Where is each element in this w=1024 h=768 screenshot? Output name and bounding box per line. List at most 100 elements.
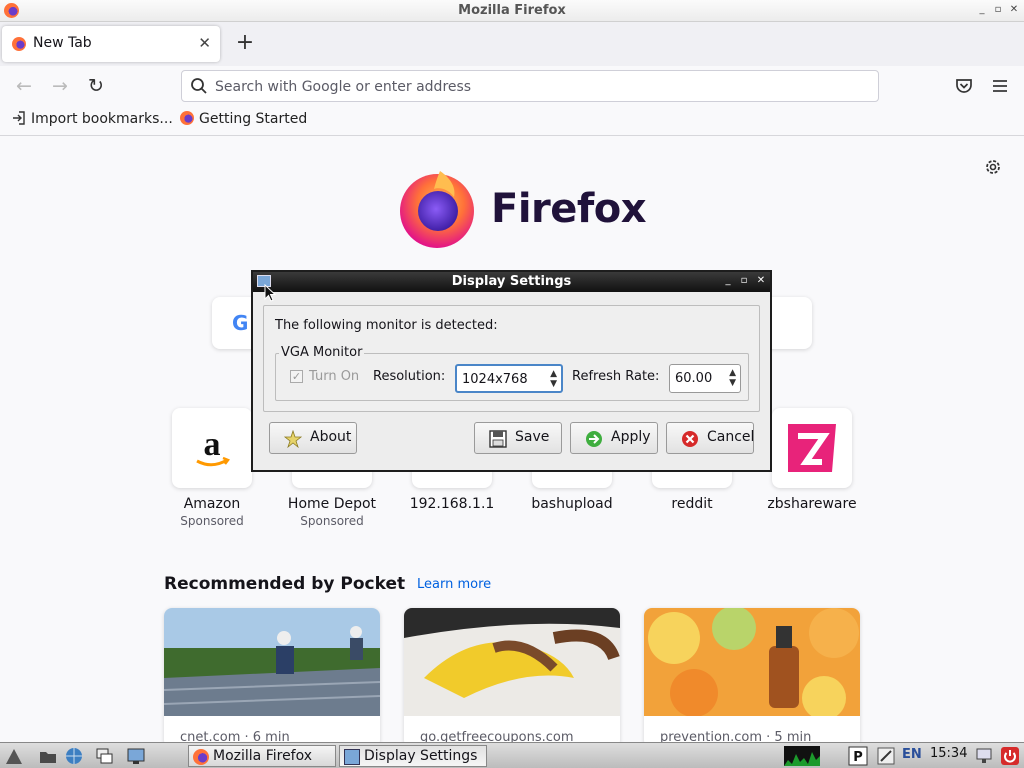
bookmark-label: Import bookmarks... xyxy=(31,111,173,127)
monitor-name: VGA Monitor xyxy=(279,345,365,360)
cpu-graph-icon xyxy=(784,746,820,766)
url-input[interactable] xyxy=(215,76,855,98)
svg-text:P: P xyxy=(853,750,863,765)
card-image-banana xyxy=(404,608,620,716)
windows-icon[interactable] xyxy=(94,746,114,766)
close-icon[interactable]: ✕ xyxy=(1008,4,1020,16)
pocket-icon[interactable] xyxy=(954,76,974,96)
resolution-select[interactable]: 1024x768 ▲ ▼ xyxy=(455,364,563,393)
back-arrow-icon[interactable]: ← xyxy=(12,74,36,98)
cancel-button[interactable]: Cancel xyxy=(666,422,754,454)
bookmarks-toolbar: Import bookmarks... Getting Started xyxy=(0,106,1024,136)
forward-arrow-icon[interactable]: → xyxy=(48,74,72,98)
menu-icon[interactable] xyxy=(990,76,1010,96)
window-titlebar: Mozilla Firefox _ ▫ ✕ xyxy=(0,0,1024,22)
pocket-card[interactable]: cnet.com · 6 min xyxy=(164,608,380,748)
maximize-icon[interactable]: ▫ xyxy=(738,275,750,287)
parcellite-icon[interactable]: P xyxy=(848,746,868,766)
close-tab-icon[interactable]: ✕ xyxy=(198,34,211,52)
floppy-disk-icon xyxy=(489,430,507,448)
spin-arrows-icon: ▲ ▼ xyxy=(729,368,736,388)
maximize-icon[interactable]: ▫ xyxy=(992,4,1004,16)
cancel-icon xyxy=(682,431,698,447)
power-icon[interactable] xyxy=(1000,746,1020,766)
reload-icon[interactable]: ↻ xyxy=(84,74,108,98)
monitor-frame: The following monitor is detected: VGA M… xyxy=(263,305,760,412)
address-bar[interactable] xyxy=(181,70,879,102)
keyboard-language[interactable]: EN xyxy=(902,747,922,762)
shortcut-name: 192.168.1.1 xyxy=(409,496,495,512)
turn-on-checkbox[interactable]: ✓ xyxy=(290,370,303,383)
firefox-logo xyxy=(400,171,474,248)
shortcut-name: Amazon xyxy=(183,496,241,512)
card-image-solar-workers xyxy=(164,608,380,716)
shortcut-sponsored-label: Sponsored xyxy=(300,514,364,528)
import-icon xyxy=(13,111,25,125)
apply-button[interactable]: Apply xyxy=(570,422,658,454)
cancel-label: Cancel xyxy=(707,429,755,445)
monitor-group: VGA Monitor ✓ Turn On Resolution: 1024x7… xyxy=(275,345,749,401)
taskbar-item-label: Display Settings xyxy=(364,748,478,764)
shortcut-name: Home Depot xyxy=(287,496,377,512)
resolution-label: Resolution: xyxy=(373,369,446,384)
apply-label: Apply xyxy=(611,429,651,445)
save-button[interactable]: Save xyxy=(474,422,562,454)
google-icon: G xyxy=(232,311,249,335)
search-icon xyxy=(191,78,207,94)
new-tab-button[interactable]: + xyxy=(234,31,256,55)
close-icon[interactable]: ✕ xyxy=(755,275,767,287)
pocket-card[interactable]: go.getfreecoupons.com xyxy=(404,608,620,748)
about-button[interactable]: About xyxy=(269,422,357,454)
shortcut-tile xyxy=(772,408,852,488)
bookmark-import[interactable]: Import bookmarks... xyxy=(12,111,173,127)
clock[interactable]: 15:34 xyxy=(930,746,967,761)
display-settings-dialog: Display Settings _ ▫ ✕ The following mon… xyxy=(251,270,772,472)
card-image-citrus-oil xyxy=(644,608,860,716)
shortcut-name: bashupload xyxy=(531,496,613,512)
about-label: About xyxy=(310,429,352,445)
network-icon[interactable] xyxy=(974,746,994,766)
browser-globe-icon[interactable] xyxy=(64,746,84,766)
refresh-rate-select[interactable]: 60.00 ▲ ▼ xyxy=(669,364,741,393)
save-label: Save xyxy=(515,429,550,445)
taskbar: Mozilla Firefox Display Settings P EN 15… xyxy=(0,742,1024,768)
dialog-title: Display Settings xyxy=(451,274,572,289)
apply-arrow-icon xyxy=(586,431,602,447)
firefox-icon xyxy=(180,111,194,125)
window-title: Mozilla Firefox xyxy=(458,3,566,18)
minimize-icon[interactable]: _ xyxy=(722,275,734,287)
amazon-icon: a xyxy=(196,426,230,467)
bookmark-getting-started[interactable]: Getting Started xyxy=(180,111,307,127)
pocket-heading: Recommended by Pocket xyxy=(164,574,406,594)
desktop-icon[interactable] xyxy=(126,746,146,766)
svg-text:a: a xyxy=(204,426,221,463)
tab-bar: New Tab ✕ + xyxy=(0,22,1024,66)
start-menu-icon[interactable] xyxy=(4,746,24,766)
refresh-rate-value: 60.00 xyxy=(675,371,713,386)
mouse-cursor-icon xyxy=(264,284,276,302)
minimize-icon[interactable]: _ xyxy=(976,4,988,16)
tab-new-tab[interactable]: New Tab ✕ xyxy=(2,26,220,62)
gear-icon[interactable] xyxy=(983,157,1003,177)
file-manager-icon[interactable] xyxy=(38,746,58,766)
taskbar-item-display-settings[interactable]: Display Settings xyxy=(339,745,487,767)
tab-label: New Tab xyxy=(33,35,92,51)
navigation-toolbar: ← → ↻ xyxy=(0,66,1024,106)
screenshot-icon[interactable] xyxy=(876,746,896,766)
bookmark-label: Getting Started xyxy=(199,111,308,127)
dialog-titlebar[interactable]: Display Settings _ ▫ ✕ xyxy=(253,272,770,292)
star-icon xyxy=(284,430,302,448)
refresh-rate-label: Refresh Rate: xyxy=(572,369,660,384)
display-icon xyxy=(344,749,360,765)
turn-on-label: Turn On xyxy=(309,369,360,384)
shortcut-tile: a xyxy=(172,408,252,488)
shortcut-name: reddit xyxy=(671,496,713,512)
firefox-icon xyxy=(12,37,26,51)
pocket-learn-more-link[interactable]: Learn more xyxy=(417,577,491,592)
firefox-icon xyxy=(193,749,209,765)
zbshareware-icon xyxy=(788,424,836,472)
pocket-card[interactable]: prevention.com · 5 min xyxy=(644,608,860,748)
shortcut-name: zbshareware xyxy=(767,496,857,512)
taskbar-item-firefox[interactable]: Mozilla Firefox xyxy=(188,745,336,767)
resolution-value: 1024x768 xyxy=(462,372,528,387)
